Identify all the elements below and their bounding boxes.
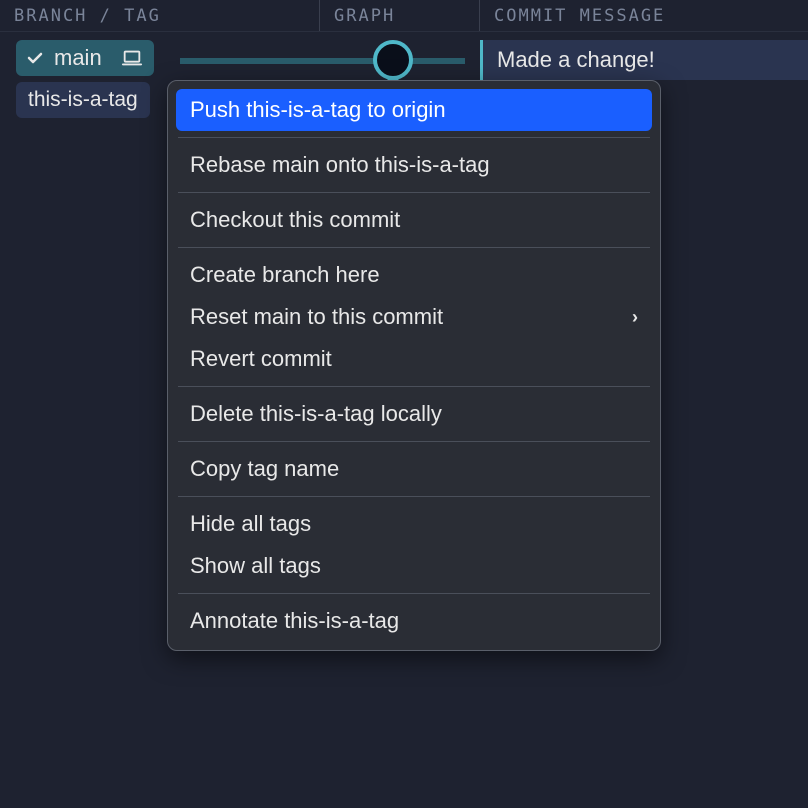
table-header: BRANCH / TAG GRAPH COMMIT MESSAGE [0,0,808,32]
commit-message-text: Made a change! [497,47,655,73]
menu-item[interactable]: Show all tags [176,545,652,587]
context-menu: Push this-is-a-tag to origin Rebase main … [167,80,661,651]
header-graph[interactable]: GRAPH [320,0,480,31]
menu-item-label: Checkout this commit [190,207,400,233]
menu-item-label: Annotate this-is-a-tag [190,608,399,634]
menu-separator [178,137,650,138]
menu-item[interactable]: Copy tag name [176,448,652,490]
branch-badge[interactable]: main [16,40,154,76]
menu-item[interactable]: Delete this-is-a-tag locally [176,393,652,435]
check-icon [26,49,44,67]
header-branch-tag[interactable]: BRANCH / TAG [0,0,320,31]
tag-badge[interactable]: this-is-a-tag [16,82,150,118]
menu-item[interactable]: Checkout this commit [176,199,652,241]
graph-line [180,58,465,64]
menu-item[interactable]: Revert commit [176,338,652,380]
header-commit-message[interactable]: COMMIT MESSAGE [480,0,808,31]
menu-item-label: Push this-is-a-tag to origin [190,97,446,123]
menu-separator [178,441,650,442]
header-label: COMMIT MESSAGE [494,6,665,26]
menu-separator [178,593,650,594]
menu-item-label: Delete this-is-a-tag locally [190,401,442,427]
commit-message-cell[interactable]: Made a change! [483,40,808,80]
menu-separator [178,247,650,248]
menu-item[interactable]: Push this-is-a-tag to origin [176,89,652,131]
menu-item[interactable]: Create branch here [176,254,652,296]
branch-name: main [54,45,102,71]
commit-node[interactable] [373,40,413,80]
chevron-right-icon: › [632,307,638,328]
menu-item[interactable]: Rebase main onto this-is-a-tag [176,144,652,186]
menu-separator [178,386,650,387]
header-label: GRAPH [334,6,395,26]
menu-item-label: Hide all tags [190,511,311,537]
menu-item-label: Reset main to this commit [190,304,443,330]
menu-item-label: Revert commit [190,346,332,372]
menu-separator [178,192,650,193]
menu-item-label: Copy tag name [190,456,339,482]
tag-name: this-is-a-tag [28,88,138,112]
laptop-icon [120,46,144,70]
header-label: BRANCH / TAG [14,6,161,26]
menu-separator [178,496,650,497]
menu-item[interactable]: Reset main to this commit › [176,296,652,338]
menu-item-label: Create branch here [190,262,380,288]
menu-item[interactable]: Hide all tags [176,503,652,545]
menu-item-label: Show all tags [190,553,321,579]
menu-item[interactable]: Annotate this-is-a-tag [176,600,652,642]
menu-item-label: Rebase main onto this-is-a-tag [190,152,490,178]
